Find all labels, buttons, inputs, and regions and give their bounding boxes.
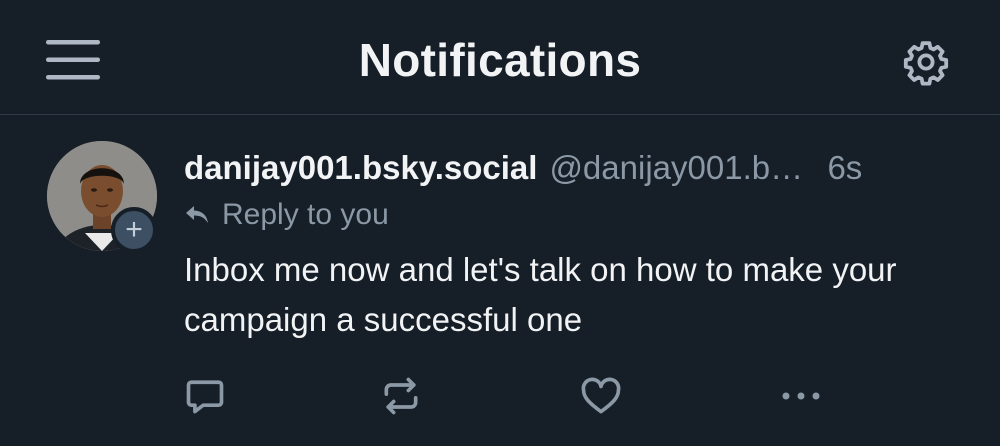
author-display-name[interactable]: danijay001.bsky.social — [184, 146, 537, 190]
timestamp: 6s — [827, 149, 863, 186]
notifications-screen: Notifications + danijay001.bsky.social @… — [0, 0, 1000, 446]
more-icon — [782, 392, 820, 400]
author-line: danijay001.bsky.social @danijay001.bsky.… — [184, 146, 974, 190]
author-handle[interactable]: @danijay001.bsky.social — [549, 146, 819, 190]
reply-indicator: Reply to you — [184, 195, 974, 235]
post-text: Inbox me now and let's talk on how to ma… — [184, 251, 897, 338]
avatar-container: + — [47, 141, 157, 253]
like-button[interactable] — [576, 371, 626, 421]
notification-content: danijay001.bsky.social @danijay001.bsky.… — [184, 146, 974, 345]
repost-icon — [384, 377, 418, 415]
notification-item[interactable]: + danijay001.bsky.social @danijay001.bsk… — [0, 116, 1000, 446]
reply-icon — [186, 380, 224, 414]
gear-icon — [903, 41, 949, 86]
reply-button[interactable] — [180, 371, 230, 421]
page-title: Notifications — [358, 34, 642, 86]
reply-label: Reply to you — [222, 198, 389, 231]
heart-icon — [581, 377, 621, 414]
action-bar — [0, 371, 1000, 421]
more-options-button[interactable] — [776, 371, 826, 421]
header: Notifications — [0, 0, 1000, 115]
follow-button[interactable]: + — [111, 207, 157, 253]
settings-button[interactable] — [902, 38, 950, 86]
reply-arrow-icon — [186, 206, 208, 223]
repost-button[interactable] — [376, 371, 426, 421]
